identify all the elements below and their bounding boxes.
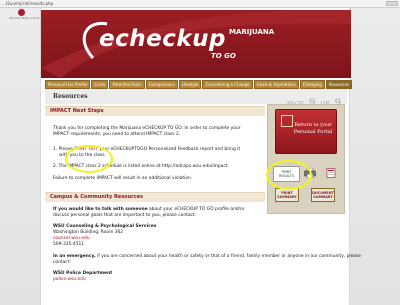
nav-tabs: Personal Use Profile Costs Potential Ris… [45,80,353,89]
section-header-impact: IMPACT Next Steps [45,106,265,116]
counseling-phone: 509-335-4511 [53,242,85,247]
emergency-line2: contact: [53,260,71,265]
tab-lifestyle[interactable]: Lifestyle [178,80,202,89]
print-summary-button[interactable]: PRINT SUMMARY [275,188,299,202]
logo-subtitle: MARIJUANA [229,28,275,36]
address-bar-control[interactable] [386,1,398,6]
logo-togo: TO GO [211,52,236,60]
header-banner: echeckup MARIJUANA TO GO [41,10,351,78]
emergency-rest: if you are concerned about your health o… [97,254,361,259]
tab-potential-risks[interactable]: Potential Risks [109,80,145,89]
page-title-bar: Resources PAGE 9 OF 9 [45,89,347,109]
page-margin-right [350,8,400,305]
url-text[interactable]: ...t2uo/mj/coll/results.php [2,0,53,8]
document-summary-button[interactable]: DOCUMENT SUMMARY [311,188,335,202]
section-heading: Campus & Community Resources [50,194,143,200]
tab-goals-aspirations[interactable]: Goals & Aspirations [253,80,299,89]
document-icon[interactable] [326,168,336,178]
highlight-circle-print-out [65,145,113,173]
browser-address-bar[interactable]: ...t2uo/mj/coll/results.php [0,0,400,8]
campus-intro-line2: discuss personal goals that are importan… [53,213,197,218]
tab-changing[interactable]: Changing [299,80,325,89]
main-content: IMPACT Next Steps Thank you for completi… [45,104,361,305]
impact-intro-line2: IMPACT requirements, you need to attend … [53,132,181,137]
emergency-bold: In an emergency, [53,254,96,259]
campus-intro-bold: If you would like to talk with someone [53,207,148,212]
section-header-campus: Campus & Community Resources [45,192,265,202]
section-heading: IMPACT Next Steps [50,108,104,114]
action-sidebar: Return to your Personal Portal PRINT RES… [267,104,345,214]
page-margin-left [0,8,40,305]
page-title: Resources [53,93,88,100]
counseling-name-bold: WSU Counseling & Psychological Services [53,224,157,229]
police-name-bold: WSU Police Department [53,271,113,276]
tab-resources[interactable]: Resources [325,80,353,89]
echeckup-logo: echeckup [99,26,226,52]
emergency-text: In an emergency, if you are concerned ab… [53,254,361,260]
university-logo-text: Wichita State University [9,16,46,20]
return-to-portal-button[interactable]: Return to your Personal Portal [275,109,337,154]
university-seal-icon [18,9,25,16]
failure-notice: Failure to complete IMPACT will result i… [53,176,193,181]
university-logo[interactable]: Wichita State University [9,9,46,21]
police-link[interactable]: police.wsu.edu [53,277,86,283]
return-button-label: Return to your Personal Portal [293,122,333,135]
tab-comparisons[interactable]: Comparisons [145,80,178,89]
campus-intro-rest: about your eCHECKUP TO GO profile and/or [148,207,245,212]
main-page: echeckup MARIJUANA TO GO Personal Use Pr… [40,8,361,305]
highlight-circle-print-button [266,160,312,190]
tab-considering-a-change[interactable]: Considering a Change [202,80,253,89]
tab-costs[interactable]: Costs [91,80,109,89]
tab-personal-use-profile[interactable]: Personal Use Profile [45,80,91,89]
step1-suffix: your eCHECKUPTOGO Personalized Feedback … [99,147,241,152]
